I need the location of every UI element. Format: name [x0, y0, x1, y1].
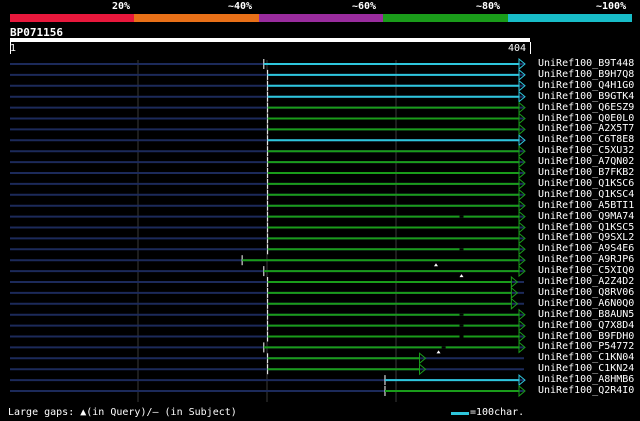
hit-name[interactable]: UniRef100_A2Z4D2 — [538, 276, 634, 287]
hit-name[interactable]: UniRef100_C5XU32 — [538, 145, 634, 156]
hit-name[interactable]: UniRef100_A5BTI1 — [538, 200, 634, 211]
hit-name[interactable]: UniRef100_B9GTK4 — [538, 91, 634, 102]
hit-name[interactable]: UniRef100_Q7X8D4 — [538, 320, 634, 331]
hit-name[interactable]: UniRef100_Q9MA74 — [538, 211, 634, 222]
query-gap-marker — [459, 274, 464, 278]
scale-label: =100char. — [470, 407, 525, 418]
query-gap-marker — [433, 263, 438, 267]
hit-name[interactable]: UniRef100_A8HMB6 — [538, 374, 634, 385]
scale-bar — [451, 412, 469, 415]
hit-name[interactable]: UniRef100_Q1KSC6 — [538, 178, 634, 189]
hit-name[interactable]: UniRef100_Q4H1G0 — [538, 80, 634, 91]
hit-name[interactable]: UniRef100_C6T8E8 — [538, 134, 634, 145]
query-gap-marker — [436, 350, 441, 354]
hit-name[interactable]: UniRef100_Q2R4I0 — [538, 385, 634, 396]
hit-name[interactable]: UniRef100_A2X5T7 — [538, 123, 634, 134]
hit-name[interactable]: UniRef100_A9S4E6 — [538, 243, 634, 254]
hit-name[interactable]: UniRef100_B8AUN5 — [538, 309, 634, 320]
hit-name[interactable]: UniRef100_B7FKB2 — [538, 167, 634, 178]
hit-name[interactable]: UniRef100_P54772 — [538, 341, 634, 352]
hit-name[interactable]: UniRef100_C1KN24 — [538, 363, 634, 374]
hit-name[interactable]: UniRef100_Q8RV06 — [538, 287, 634, 298]
hit-name[interactable]: UniRef100_Q9SXL2 — [538, 232, 634, 243]
hit-name[interactable]: UniRef100_A9RJP6 — [538, 254, 634, 265]
hit-name[interactable]: UniRef100_C1KN04 — [538, 352, 634, 363]
hit-name[interactable]: UniRef100_A6N0Q0 — [538, 298, 634, 309]
hit-name[interactable]: UniRef100_Q6ESZ9 — [538, 102, 634, 113]
hit-name[interactable]: UniRef100_A7QN02 — [538, 156, 634, 167]
hit-name[interactable]: UniRef100_Q1KSC5 — [538, 222, 634, 233]
hit-name[interactable]: UniRef100_B9H7Q8 — [538, 69, 634, 80]
hit-name[interactable]: UniRef100_B9FDH0 — [538, 331, 634, 342]
hit-name[interactable]: UniRef100_C5XIQ0 — [538, 265, 634, 276]
hit-name[interactable]: UniRef100_Q0E0L0 — [538, 113, 634, 124]
gap-legend: Large gaps: ▲(in Query)/— (in Subject) — [8, 407, 237, 418]
hit-name[interactable]: UniRef100_B9T448 — [538, 58, 634, 69]
hit-name[interactable]: UniRef100_Q1KSC4 — [538, 189, 634, 200]
